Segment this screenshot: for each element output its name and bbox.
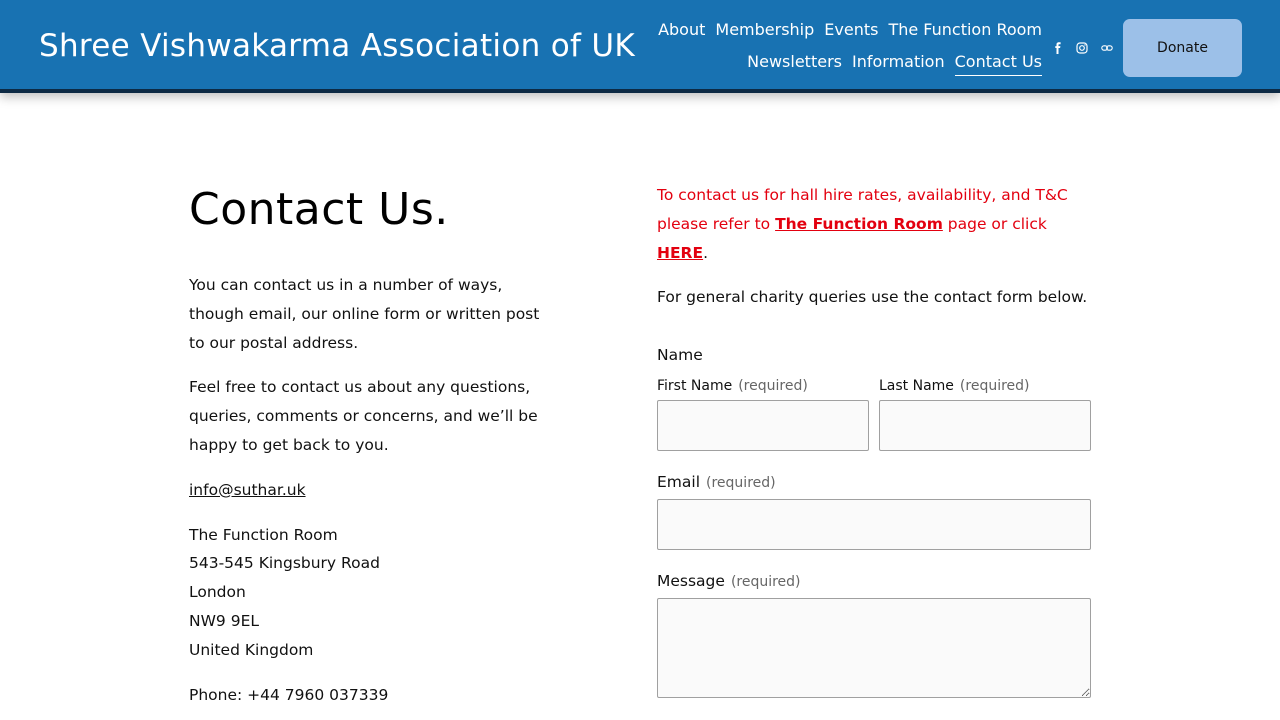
nav-link-about[interactable]: About	[658, 20, 705, 43]
address-line: 543-545 Kingsbury Road	[189, 554, 380, 573]
email-paragraph: info@suthar.uk	[189, 476, 559, 505]
nav-link-information[interactable]: Information	[852, 52, 945, 76]
address-line: London	[189, 583, 246, 602]
message-field-group: Message (required)	[657, 572, 1091, 699]
required-indicator: (required)	[738, 378, 808, 395]
function-room-link[interactable]: The Function Room	[775, 215, 943, 233]
contact-invite-paragraph: Feel free to contact us about any questi…	[189, 378, 538, 454]
email-field-group: Email (required)	[657, 473, 1091, 551]
nav-link-contact-us[interactable]: Contact Us	[954, 52, 1042, 76]
last-name-input[interactable]	[879, 400, 1091, 452]
nav-link-events[interactable]: Events	[824, 20, 878, 43]
email-input[interactable]	[657, 499, 1091, 551]
first-name-input[interactable]	[657, 400, 869, 452]
contact-info-column: Contact Us. You can contact us in a numb…	[189, 185, 559, 720]
here-link[interactable]: HERE	[657, 244, 703, 262]
notice-text: page or click	[942, 214, 1047, 233]
notice-period: .	[703, 243, 709, 262]
email-label: Email (required)	[657, 473, 1091, 491]
message-textarea[interactable]	[657, 598, 1091, 699]
instagram-icon[interactable]	[1074, 40, 1090, 56]
site-title[interactable]: Shree Vishwakarma Association of UK	[39, 28, 635, 64]
main-nav-row-1: About Membership Events The Function Roo…	[658, 20, 1042, 43]
hall-hire-notice: To contact us for hall hire rates, avail…	[657, 181, 1091, 267]
name-legend: Name	[657, 346, 703, 365]
name-fields-row: First Name (required) Last Name (required)	[657, 378, 1091, 452]
donate-button[interactable]: Donate	[1123, 19, 1242, 77]
address-line: United Kingdom	[189, 640, 314, 659]
last-name-cell: Last Name (required)	[879, 378, 1091, 452]
main-nav-row-2: Newsletters Information Contact Us	[747, 52, 1042, 76]
email-label-text: Email	[657, 473, 701, 492]
required-indicator: (required)	[706, 475, 776, 492]
message-label-text: Message	[657, 572, 725, 591]
address-line: NW9 9EL	[189, 611, 259, 630]
contact-form: Name First Name (required) Last Name (requ…	[657, 346, 1091, 699]
last-name-label: Last Name (required)	[879, 378, 1091, 394]
form-intro: For general charity queries use the cont…	[657, 288, 1088, 307]
required-indicator: (required)	[730, 574, 801, 591]
page-title: Contact Us.	[189, 184, 449, 235]
last-name-label-text: Last Name	[879, 378, 954, 395]
contact-form-column: To contact us for hall hire rates, avail…	[657, 181, 1091, 699]
first-name-label: First Name (required)	[657, 378, 869, 394]
phone-number: Phone: +44 7960 037339	[189, 685, 389, 704]
nav-link-function-room[interactable]: The Function Room	[888, 20, 1042, 43]
address-line: The Function Room	[189, 525, 338, 544]
required-indicator: (required)	[959, 378, 1030, 395]
nav-link-membership[interactable]: Membership	[715, 20, 814, 43]
email-link[interactable]: info@suthar.uk	[189, 481, 306, 499]
nav-link-newsletters[interactable]: Newsletters	[747, 52, 842, 76]
message-label: Message (required)	[657, 572, 1091, 590]
link-icon[interactable]	[1099, 40, 1115, 56]
first-name-label-text: First Name	[657, 378, 733, 395]
facebook-icon[interactable]	[1050, 40, 1066, 56]
first-name-cell: First Name (required)	[657, 378, 869, 452]
postal-address: The Function Room 543-545 Kingsbury Road…	[189, 521, 559, 665]
contact-intro-paragraph: You can contact us in a number of ways, …	[189, 276, 540, 352]
site-header: Shree Vishwakarma Association of UK Abou…	[0, 0, 1280, 93]
